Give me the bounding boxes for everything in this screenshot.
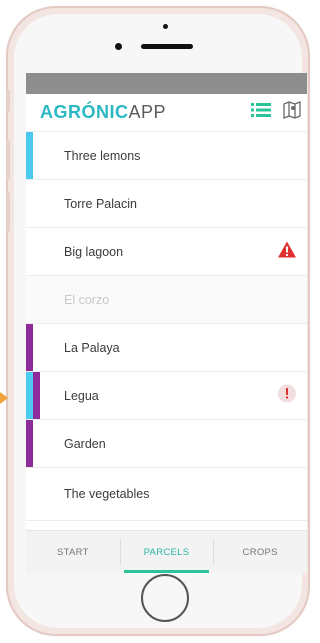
list-icon[interactable] <box>251 102 271 123</box>
map-icon[interactable] <box>283 101 301 124</box>
list-item-garden[interactable]: Garden <box>26 420 307 468</box>
status-bar <box>26 73 307 94</box>
pointer-arrow-icon <box>0 392 8 404</box>
tab-crops[interactable]: CROPS <box>213 531 307 573</box>
list-item-the-vegetables[interactable]: The vegetables <box>26 468 307 521</box>
list-item-la-palaya[interactable]: La Palaya <box>26 324 307 372</box>
status-stripe-secondary <box>33 372 40 419</box>
parcel-label: La Palaya <box>64 340 120 355</box>
exclamation-circle-icon <box>277 383 297 408</box>
list-item-legua[interactable]: Legua <box>26 372 307 420</box>
tab-label: PARCELS <box>143 546 190 558</box>
app-logo: AGRÓNICAPP <box>40 102 166 123</box>
app-header: AGRÓNICAPP <box>26 94 307 132</box>
status-stripe <box>26 372 33 419</box>
tab-label: CROPS <box>242 546 278 558</box>
list-item-torre-palacin[interactable]: Torre Palacin <box>26 180 307 228</box>
parcel-label: Garden <box>64 436 106 451</box>
bottom-tab-bar: START PARCELS CROPS <box>26 530 307 573</box>
tab-label: START <box>56 546 89 558</box>
front-camera <box>115 43 122 50</box>
earpiece-speaker <box>141 44 193 49</box>
tab-parcels[interactable]: PARCELS <box>119 531 214 573</box>
parcel-label: Big lagoon <box>64 244 124 259</box>
parcel-label: The vegetables <box>64 487 150 501</box>
proximity-sensor <box>163 24 168 29</box>
parcel-list: Three lemons Torre Palacin Big lagoon El… <box>26 132 307 521</box>
app-screen: AGRÓNICAPP Three lemons Torre Palacin Bi… <box>26 73 307 573</box>
status-stripe <box>26 420 33 467</box>
parcel-label: El corzo <box>64 292 110 307</box>
list-item-el-corzo[interactable]: El corzo <box>26 276 307 324</box>
status-stripe <box>26 324 33 371</box>
home-button[interactable] <box>141 574 189 622</box>
parcel-label: Torre Palacin <box>64 196 137 211</box>
mute-switch <box>6 90 10 112</box>
warning-triangle-icon <box>277 240 297 263</box>
list-item-three-lemons[interactable]: Three lemons <box>26 132 307 180</box>
logo-part-agronic: AGRÓNIC <box>40 102 129 122</box>
volume-up-button <box>6 140 10 180</box>
list-item-big-lagoon[interactable]: Big lagoon <box>26 228 307 276</box>
status-stripe <box>26 132 33 179</box>
logo-part-app: APP <box>128 102 167 122</box>
tab-start[interactable]: START <box>26 531 120 573</box>
volume-down-button <box>6 192 10 232</box>
header-actions <box>251 101 307 124</box>
parcel-label: Three lemons <box>64 148 141 163</box>
